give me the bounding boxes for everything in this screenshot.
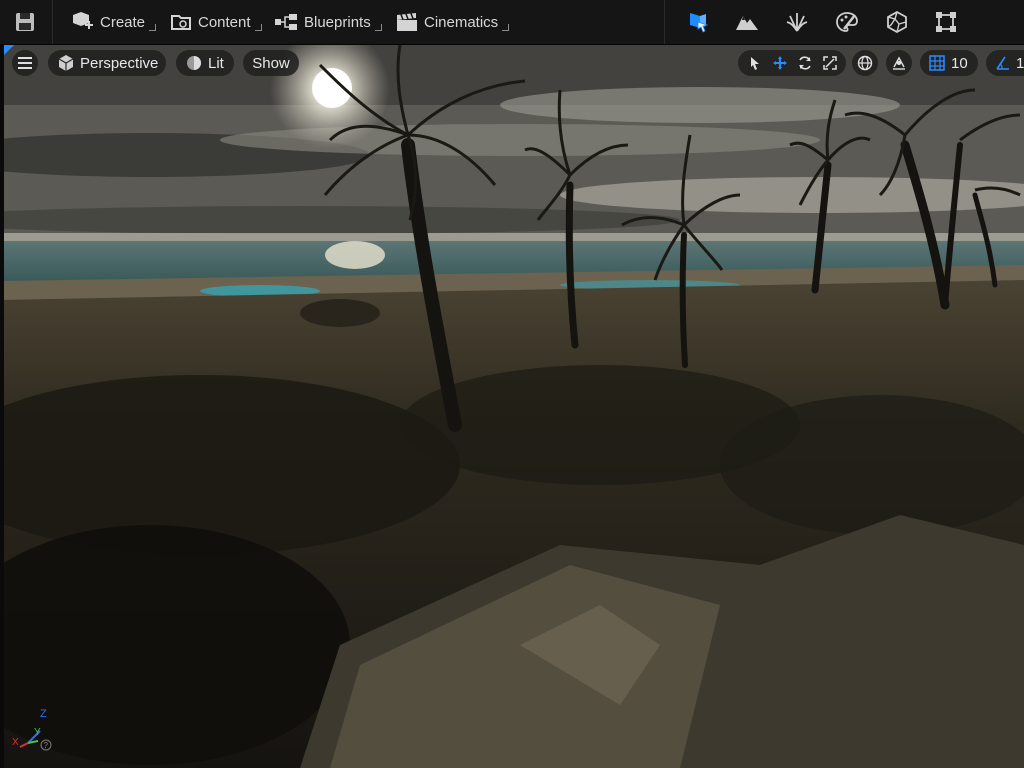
main-toolbar: Create Content Blueprints Cinematics <box>0 0 1024 45</box>
perspective-dropdown[interactable]: Perspective <box>48 50 166 76</box>
viewport-active-indicator <box>4 45 14 55</box>
foliage-mode-button[interactable] <box>781 6 813 38</box>
svg-text:Y: Y <box>34 727 41 738</box>
angle-snap-icon <box>996 56 1009 70</box>
blueprints-label: Blueprints <box>304 13 371 31</box>
fracture-mode-icon <box>887 10 907 34</box>
select-mode-icon <box>690 13 709 33</box>
perspective-label: Perspective <box>80 54 159 72</box>
level-viewport[interactable]: Perspective Lit Show 10 1 Z Y X ? <box>0 45 1024 768</box>
fracture-mode-button[interactable] <box>881 6 913 38</box>
create-label: Create <box>100 13 146 31</box>
lit-label: Lit <box>208 54 224 72</box>
mesh-paint-mode-icon <box>836 12 858 32</box>
create-icon <box>73 12 93 29</box>
globe-icon <box>857 55 873 71</box>
viewport-scene <box>0 45 1024 768</box>
blueprint-icon <box>275 14 297 30</box>
blueprints-button[interactable]: Blueprints <box>274 0 382 44</box>
content-drawer-icon <box>171 15 191 30</box>
cinematics-label: Cinematics <box>424 13 499 31</box>
save-icon <box>16 13 34 31</box>
chevron-down-icon <box>149 23 157 31</box>
svg-text:Z: Z <box>40 708 47 720</box>
rotate-icon[interactable] <box>797 55 813 71</box>
view-mode-dropdown[interactable]: Lit <box>176 50 234 76</box>
landscape-mode-icon <box>736 16 758 30</box>
surface-snap-icon <box>893 56 905 70</box>
chevron-down-icon <box>502 23 510 31</box>
create-button[interactable]: Create <box>70 0 157 44</box>
axis-gizmo: Z Y X ? <box>12 708 52 751</box>
clapperboard-icon <box>397 13 417 31</box>
chevron-down-icon <box>254 23 262 31</box>
world-local-toggle[interactable] <box>852 50 878 76</box>
landscape-mode-button[interactable] <box>731 6 763 38</box>
chevron-down-icon <box>374 23 382 31</box>
svg-text:?: ? <box>44 741 49 750</box>
foliage-mode-icon <box>786 13 808 32</box>
surface-snap-toggle[interactable] <box>886 50 912 76</box>
scale-icon[interactable] <box>822 55 838 71</box>
mesh-paint-mode-button[interactable] <box>831 6 863 38</box>
show-dropdown[interactable]: Show <box>243 50 299 76</box>
modeling-mode-icon <box>936 12 956 32</box>
viewport-left-edge <box>0 45 4 768</box>
show-label: Show <box>252 54 290 72</box>
translate-icon[interactable] <box>772 55 788 71</box>
hamburger-menu-icon <box>18 57 32 69</box>
cinematics-button[interactable]: Cinematics <box>396 0 510 44</box>
cube-icon <box>58 55 74 71</box>
grid-snap-icon <box>929 55 945 71</box>
select-mode-button[interactable] <box>682 6 714 38</box>
save-button[interactable] <box>14 0 42 44</box>
rotation-snap-dropdown[interactable]: 1 <box>986 50 1024 76</box>
lit-sphere-icon <box>187 56 201 70</box>
grid-snap-value: 10 <box>951 54 968 72</box>
svg-text:X: X <box>12 737 19 748</box>
transform-tools <box>738 50 846 76</box>
modeling-mode-button[interactable] <box>930 6 962 38</box>
rotation-snap-value: 1 <box>1016 54 1024 72</box>
select-arrow-icon[interactable] <box>747 55 763 71</box>
content-label: Content <box>198 13 251 31</box>
viewport-options-button[interactable] <box>12 50 38 76</box>
content-button[interactable]: Content <box>170 0 262 44</box>
grid-snap-dropdown[interactable]: 10 <box>920 50 978 76</box>
